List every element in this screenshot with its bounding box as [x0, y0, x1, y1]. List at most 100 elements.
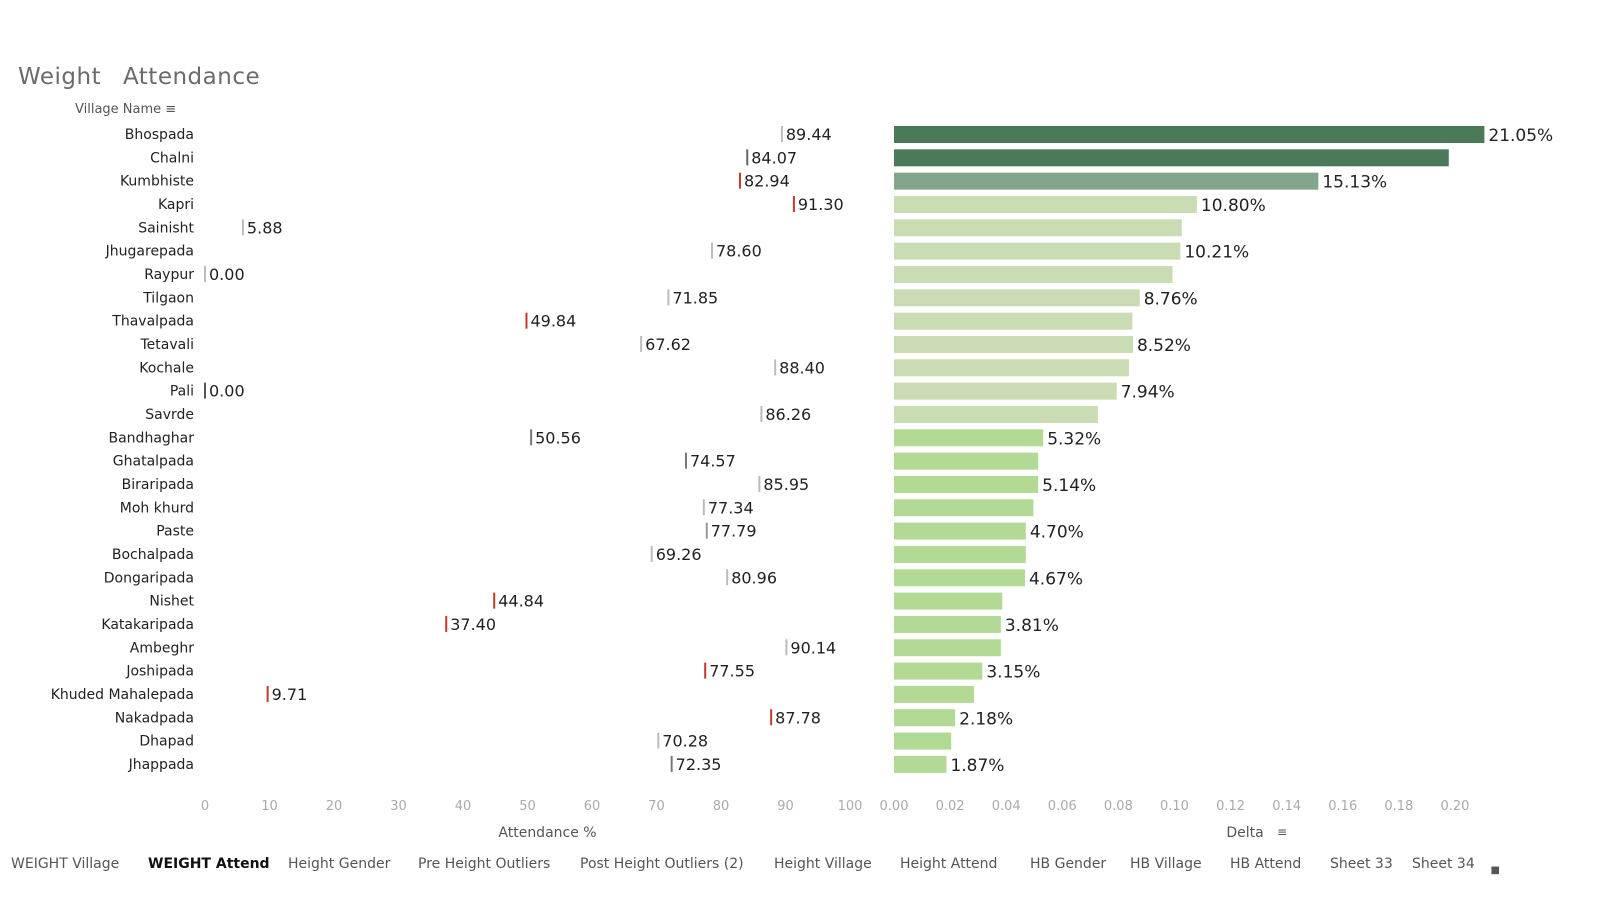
delta-tick-label: 0.10 [1160, 799, 1189, 814]
delta-bar [894, 475, 1039, 493]
attendance-value-label: 70.28 [662, 732, 708, 751]
attendance-value-label: 86.26 [765, 405, 811, 424]
tab-nav-icon[interactable]: ■ [1491, 865, 1500, 876]
delta-bar [894, 335, 1133, 353]
delta-axis-title: Delta [1226, 825, 1263, 841]
village-label: Khuded Mahalepada [51, 687, 194, 703]
attendance-value-label: 37.40 [450, 615, 496, 634]
delta-value-label: 15.13% [1322, 173, 1387, 193]
delta-value-label: 10.80% [1201, 196, 1266, 216]
attendance-value-label: 44.84 [498, 592, 544, 611]
sheet-tab[interactable]: WEIGHT Attend [148, 856, 270, 872]
sheet-tabs: ■ WEIGHT Village WEIGHT Attend Height Gend… [0, 852, 1600, 878]
village-label: Sainisht [138, 220, 194, 236]
village-label: Nakadpada [115, 710, 194, 726]
village-label: Joshipada [125, 664, 194, 680]
attendance-tick-label: 40 [455, 799, 472, 814]
sheet-tab-label: HB [1030, 856, 1051, 872]
delta-bar [894, 755, 947, 773]
sort-icon[interactable]: ≡ [1277, 825, 1287, 839]
delta-value-label: 7.94% [1121, 383, 1175, 403]
attendance-value-label: 49.84 [530, 312, 576, 331]
village-label: Tetavali [140, 337, 195, 353]
sheet-tab[interactable]: Sheet 33 [1330, 856, 1393, 872]
sheet-tab-sublabel: Outliers [495, 856, 551, 872]
sheet-tab-sublabel: Gender [338, 856, 391, 872]
sheet-tab-label: HB [1130, 856, 1151, 872]
sheet-tab[interactable]: Height Gender [288, 856, 390, 872]
village-label: Jhugarepada [105, 244, 194, 260]
attendance-tick-label: 0 [201, 799, 209, 814]
attendance-value-label: 0.00 [209, 265, 245, 284]
sheet-tab[interactable]: Sheet 34 [1412, 856, 1475, 872]
attendance-value-label: 80.96 [731, 568, 777, 587]
sheet-tab-label: Height [774, 856, 821, 872]
village-label: Kumbhiste [120, 174, 194, 190]
delta-tick-label: 0.12 [1216, 799, 1245, 814]
village-label: Moh khurd [120, 500, 194, 516]
village-label: Savrde [145, 407, 194, 423]
village-label: Raypur [144, 267, 194, 283]
attendance-value-label: 78.60 [716, 242, 762, 261]
delta-bar [894, 569, 1025, 587]
delta-tick-label: 0.08 [1104, 799, 1133, 814]
attendance-value-label: 77.55 [709, 662, 755, 681]
sheet-tab[interactable]: Pre Height Outliers [418, 856, 550, 872]
delta-tick-label: 0.04 [992, 799, 1021, 814]
sheet-tab-sublabel: Outliers (2) [664, 856, 744, 872]
sheet-tab[interactable]: HB Gender [1030, 856, 1106, 872]
sheet-tab[interactable]: Height Attend [900, 856, 997, 872]
attendance-value-label: 91.30 [798, 195, 844, 214]
attendance-tick-label: 30 [390, 799, 407, 814]
delta-value-label: 10.21% [1184, 243, 1249, 263]
attendance-value-label: 69.26 [656, 545, 702, 564]
attendance-value-label: 88.40 [779, 358, 825, 377]
village-label: Thavalpada [111, 314, 194, 330]
delta-bar [894, 452, 1039, 470]
chart: Bhospada 89.44 21.05% Chalni 84.07 Kumbhiste 8… [51, 125, 1554, 841]
delta-bar [894, 545, 1026, 563]
village-label: Paste [156, 524, 194, 540]
attendance-value-label: 9.71 [272, 685, 308, 704]
attendance-tick-label: 90 [777, 799, 794, 814]
sheet-tab[interactable]: Height Village [774, 856, 872, 872]
village-label: Dongaripada [104, 570, 194, 586]
village-label: Bochalpada [112, 547, 194, 563]
sheet-tab-label: Post Height [580, 856, 661, 872]
sheet-tab-sublabel: Village [72, 856, 120, 872]
delta-bar [894, 172, 1319, 190]
delta-bar [894, 732, 952, 750]
delta-tick-label: 0.18 [1384, 799, 1413, 814]
delta-value-label: 8.52% [1137, 336, 1191, 356]
village-label: Ambeghr [130, 640, 194, 656]
delta-value-label: 5.14% [1042, 476, 1096, 496]
delta-bar [894, 592, 1003, 610]
attendance-value-label: 71.85 [672, 288, 718, 307]
delta-value-label: 3.15% [986, 663, 1040, 683]
sheet-tab-sublabel: Attend [950, 856, 998, 872]
sheet-tab-sublabel: Attend [1254, 856, 1302, 872]
attendance-value-label: 5.88 [247, 218, 283, 237]
delta-bar [894, 639, 1001, 657]
sheet-tab[interactable]: Post Height Outliers (2) [580, 856, 744, 872]
delta-bar [894, 429, 1044, 447]
village-label: Bandhaghar [109, 430, 195, 446]
attendance-value-label: 0.00 [209, 382, 245, 401]
attendance-value-label: 50.56 [535, 428, 581, 447]
attendance-tick-label: 10 [261, 799, 278, 814]
sheet-tab[interactable]: HB Village [1130, 856, 1202, 872]
village-label: Nishet [149, 594, 194, 610]
attendance-tick-label: 100 [838, 799, 863, 814]
attendance-value-label: 74.57 [690, 452, 736, 471]
delta-bar [894, 662, 983, 680]
delta-bar [894, 195, 1197, 213]
sheet-tab[interactable]: WEIGHT Village [11, 856, 119, 872]
delta-tick-label: 0.02 [936, 799, 965, 814]
sheet-tab-label: Sheet 33 [1330, 856, 1393, 872]
attendance-value-label: 82.94 [744, 172, 790, 191]
attendance-tick-label: 50 [519, 799, 536, 814]
delta-value-label: 5.32% [1047, 429, 1101, 449]
village-label: Katakaripada [101, 617, 194, 633]
attendance-tick-label: 20 [326, 799, 343, 814]
sheet-tab[interactable]: HB Attend [1230, 856, 1301, 872]
